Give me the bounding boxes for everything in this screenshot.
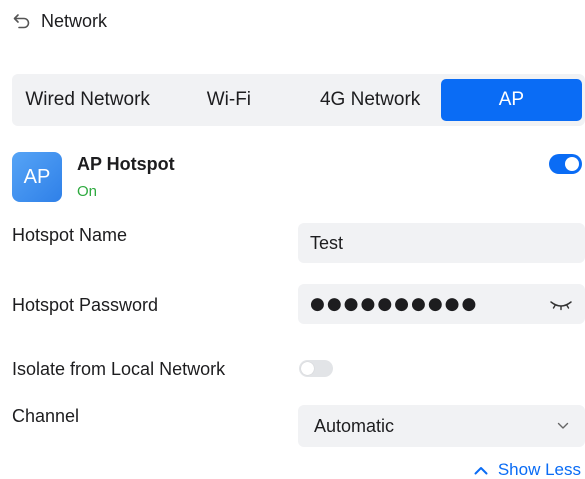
show-less-label: Show Less [497, 460, 581, 479]
ap-hotspot-status: On [77, 183, 98, 200]
eye-closed-icon[interactable] [549, 297, 573, 311]
hotspot-password-value: ●●●●●●●●●● [310, 294, 479, 314]
hotspot-name-label: Hotspot Name [12, 225, 128, 245]
channel-label: Channel [12, 406, 80, 426]
hotspot-name-value: Test [310, 232, 344, 253]
network-tabs: Wired Network Wi-Fi 4G Network AP [12, 74, 585, 126]
tab-ap[interactable]: AP [440, 79, 582, 121]
isolate-label: Isolate from Local Network [12, 359, 226, 379]
page-title: Network [41, 10, 108, 31]
show-less-link[interactable]: Show Less [474, 460, 581, 479]
channel-select[interactable]: Automatic [298, 405, 585, 447]
toggle-knob [301, 362, 314, 375]
ap-hotspot-toggle[interactable] [549, 154, 582, 174]
chevron-up-icon [474, 460, 488, 479]
back-arrow-icon[interactable] [12, 11, 32, 31]
tab-4g-network[interactable]: 4G Network [300, 79, 441, 121]
hotspot-password-label: Hotspot Password [12, 295, 159, 315]
channel-value: Automatic [314, 415, 395, 436]
tab-wired-network[interactable]: Wired Network [17, 79, 158, 121]
toggle-knob [565, 157, 579, 171]
ap-hotspot-title: AP Hotspot [77, 154, 175, 174]
page-header: Network [12, 9, 107, 33]
tab-wifi[interactable]: Wi-Fi [158, 79, 299, 121]
isolate-toggle[interactable] [299, 360, 333, 377]
ap-hotspot-icon: AP [12, 152, 62, 202]
hotspot-name-input[interactable]: Test [298, 223, 585, 263]
chevron-down-icon [557, 417, 569, 435]
ap-hotspot-row: AP AP Hotspot On [12, 152, 585, 202]
hotspot-password-input[interactable]: ●●●●●●●●●● [298, 284, 585, 324]
